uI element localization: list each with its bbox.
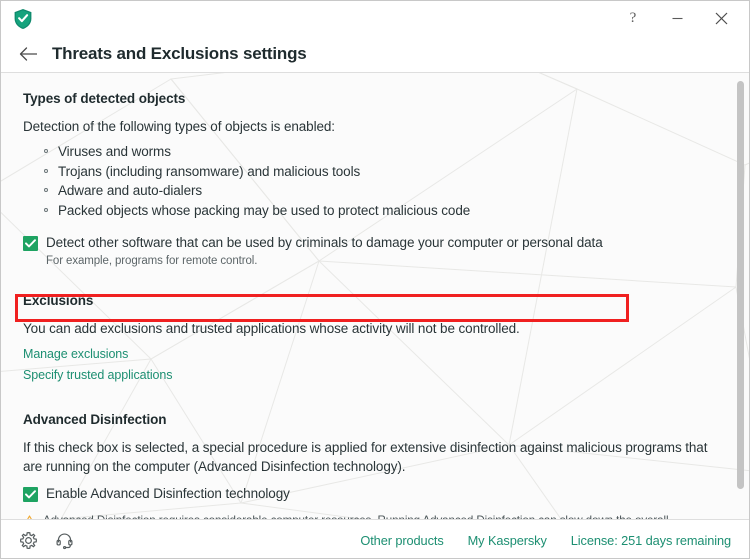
help-icon: ? (629, 9, 637, 26)
section-detected-objects: Types of detected objects Detection of t… (23, 91, 727, 267)
scrollbar-thumb[interactable] (737, 81, 744, 489)
minimize-icon (671, 12, 684, 25)
section-heading: Advanced Disinfection (23, 412, 167, 427)
settings-sections: Types of detected objects Detection of t… (1, 73, 749, 519)
settings-content-area: Types of detected objects Detection of t… (1, 72, 749, 520)
specify-trusted-applications-link[interactable]: Specify trusted applications (23, 365, 727, 386)
list-item: Viruses and worms (43, 142, 727, 162)
content-scrollbar[interactable] (735, 76, 747, 516)
manage-exclusions-link[interactable]: Manage exclusions (23, 344, 727, 365)
list-item: Trojans (including ransomware) and malic… (43, 162, 727, 182)
support-headset-icon[interactable] (53, 529, 75, 551)
window-controls: ? (611, 1, 743, 35)
license-status-link[interactable]: License: 251 days remaining (571, 533, 731, 548)
footer-bar: Other products My Kaspersky License: 251… (1, 520, 749, 558)
section-description: Detection of the following types of obje… (23, 119, 335, 134)
footer-links: Other products My Kaspersky License: 251… (360, 533, 731, 548)
checkbox-label: Enable Advanced Disinfection technology (46, 486, 290, 501)
detected-objects-list: Viruses and worms Trojans (including ran… (23, 142, 727, 220)
section-heading: Types of detected objects (23, 91, 186, 106)
page-header: Threats and Exclusions settings (1, 35, 307, 72)
gear-icon[interactable] (17, 529, 39, 551)
section-description: If this check box is selected, a special… (23, 440, 708, 474)
warning-text: Advanced Disinfection requires considera… (43, 513, 669, 519)
title-bar: ? Threats and Exclusions settings (1, 1, 749, 72)
page-title: Threats and Exclusions settings (52, 43, 307, 63)
enable-advanced-disinfection-checkbox-row[interactable]: Enable Advanced Disinfection technology (23, 485, 727, 503)
list-item: Adware and auto-dialers (43, 181, 727, 201)
checkbox-checked-icon[interactable] (23, 487, 38, 502)
checkbox-checked-icon[interactable] (23, 236, 38, 251)
section-heading: Exclusions (23, 293, 94, 308)
section-description: You can add exclusions and trusted appli… (23, 321, 520, 336)
minimize-button[interactable] (655, 2, 699, 34)
other-products-link[interactable]: Other products (360, 533, 443, 548)
kaspersky-settings-window: ? Threats and Exclusions settings Types … (0, 0, 750, 559)
detect-other-software-checkbox-row[interactable]: Detect other software that can be used b… (23, 234, 727, 252)
close-icon (714, 11, 729, 26)
section-exclusions: Exclusions You can add exclusions and tr… (23, 293, 727, 386)
section-advanced-disinfection: Advanced Disinfection If this check box … (23, 412, 727, 519)
close-button[interactable] (699, 2, 743, 34)
shield-check-icon (13, 8, 33, 30)
my-kaspersky-link[interactable]: My Kaspersky (468, 533, 547, 548)
help-button[interactable]: ? (611, 2, 655, 34)
advanced-disinfection-warning: Advanced Disinfection requires considera… (23, 513, 727, 519)
back-arrow-icon[interactable] (9, 46, 49, 62)
checkbox-label: Detect other software that can be used b… (46, 235, 603, 250)
list-item: Packed objects whose packing may be used… (43, 201, 727, 221)
checkbox-sublabel: For example, programs for remote control… (46, 255, 258, 267)
footer-icon-group (17, 529, 75, 551)
